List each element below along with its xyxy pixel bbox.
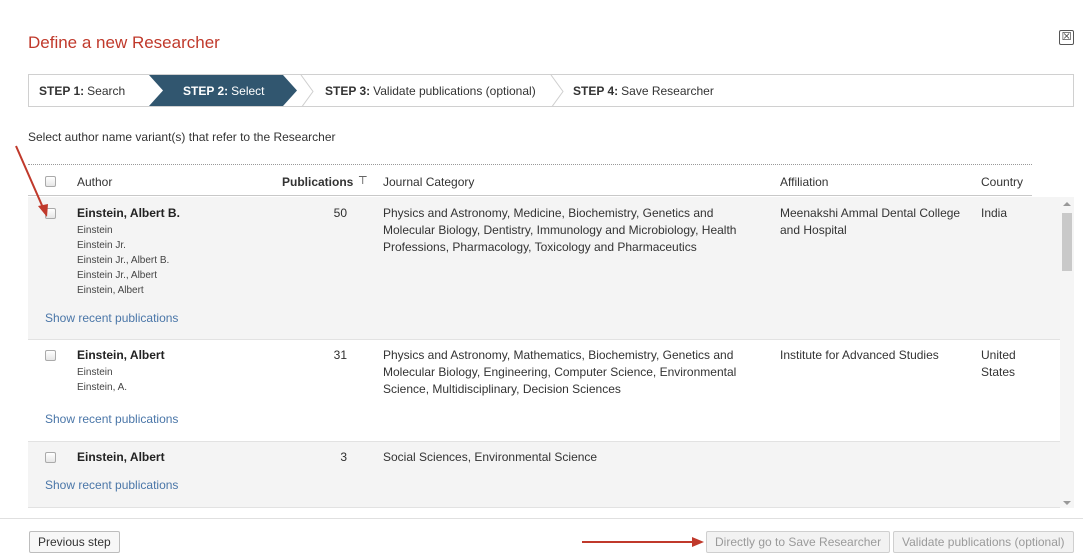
annotation-arrow-save-button [582,537,704,547]
annotation-arrows [15,145,704,547]
annotation-arrow-checkbox [15,145,48,217]
